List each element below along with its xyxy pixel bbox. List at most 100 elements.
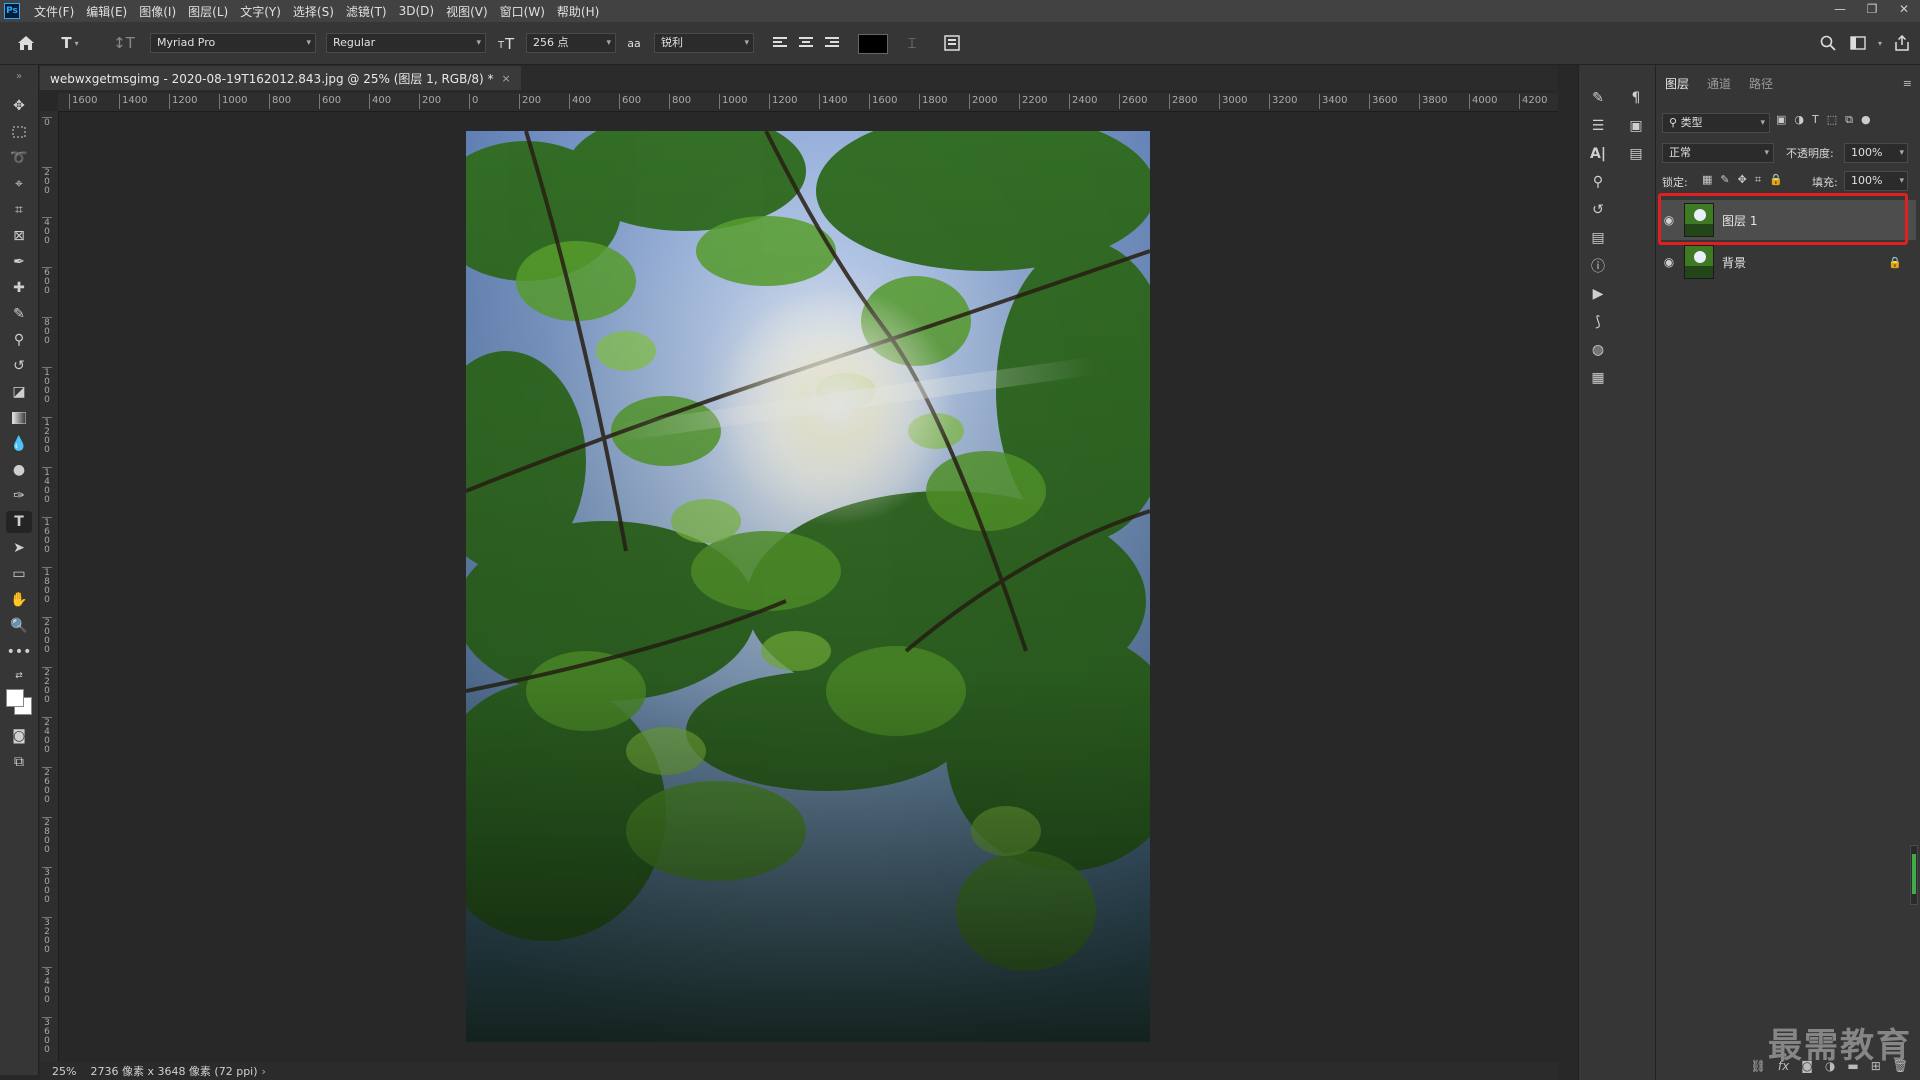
text-color-swatch[interactable] bbox=[858, 34, 888, 54]
fill-field[interactable]: 100% ▾ bbox=[1844, 171, 1908, 191]
path-selection-tool-icon[interactable]: ➤ bbox=[6, 537, 32, 559]
status-info-arrow[interactable]: › bbox=[262, 1065, 266, 1078]
visibility-eye-icon[interactable]: ◉ bbox=[1658, 255, 1680, 269]
menu-image[interactable]: 图像(I) bbox=[133, 3, 182, 20]
filter-adjustment-icon[interactable]: ◑ bbox=[1794, 113, 1804, 127]
quick-mask-icon[interactable]: ◙ bbox=[6, 725, 32, 747]
filter-pixel-icon[interactable]: ▣ bbox=[1776, 113, 1786, 127]
menu-help[interactable]: 帮助(H) bbox=[551, 3, 605, 20]
tab-paths[interactable]: 路径 bbox=[1740, 73, 1782, 95]
layer-name[interactable]: 背景 bbox=[1722, 254, 1746, 271]
screen-mode-icon[interactable]: ⧉ bbox=[6, 751, 32, 773]
move-tool-icon[interactable]: ✥ bbox=[6, 95, 32, 117]
share-icon[interactable] bbox=[1890, 31, 1914, 55]
align-left-icon[interactable] bbox=[768, 31, 792, 55]
notes-icon[interactable]: ▤ bbox=[1624, 143, 1648, 165]
layer-row-background[interactable]: ◉ 背景 🔒 bbox=[1658, 242, 1916, 282]
filter-toggle-icon[interactable]: ● bbox=[1861, 113, 1871, 127]
blend-mode-select[interactable]: 正常 ▾ bbox=[1662, 143, 1774, 163]
clone-stamp-tool-icon[interactable]: ⚲ bbox=[6, 329, 32, 351]
crop-tool-icon[interactable]: ⌗ bbox=[6, 199, 32, 221]
workspace-dropdown-icon[interactable]: ▾ bbox=[1868, 31, 1892, 55]
dodge-tool-icon[interactable]: ● bbox=[6, 459, 32, 481]
zoom-tool-icon[interactable]: 🔍 bbox=[6, 615, 32, 637]
menu-window[interactable]: 窗口(W) bbox=[494, 3, 551, 20]
collapse-toolbox-icon[interactable]: » bbox=[6, 65, 32, 87]
hand-tool-icon[interactable]: ✋ bbox=[6, 589, 32, 611]
libraries-icon[interactable]: ▣ bbox=[1624, 115, 1648, 137]
workspace-icon[interactable] bbox=[1846, 31, 1870, 55]
swap-colors-icon[interactable]: ⇄ bbox=[6, 665, 32, 687]
align-right-icon[interactable] bbox=[820, 31, 844, 55]
filter-type-icon[interactable]: T bbox=[1812, 113, 1819, 127]
tab-channels[interactable]: 通道 bbox=[1698, 73, 1740, 95]
tab-layers[interactable]: 图层 bbox=[1656, 73, 1698, 95]
adjustments-icon[interactable]: ☰ bbox=[1586, 115, 1610, 137]
eraser-tool-icon[interactable]: ◪ bbox=[6, 381, 32, 403]
actions-icon[interactable]: ▶ bbox=[1586, 283, 1610, 305]
home-icon[interactable] bbox=[14, 31, 38, 55]
quick-selection-tool-icon[interactable]: ⌖ bbox=[6, 173, 32, 195]
character-icon[interactable]: A| bbox=[1586, 143, 1610, 165]
link-icon[interactable]: ⛓ bbox=[1751, 1059, 1766, 1073]
timeline-icon[interactable]: ▦ bbox=[1586, 367, 1610, 389]
menu-filter[interactable]: 滤镜(T) bbox=[340, 3, 393, 20]
font-size-select[interactable]: 256 点 ▾ bbox=[526, 33, 616, 53]
layer-comps-icon[interactable]: ▤ bbox=[1586, 227, 1610, 249]
foreground-color-swatch[interactable] bbox=[6, 689, 24, 707]
restore-button[interactable]: ❐ bbox=[1856, 0, 1888, 18]
lock-artboard-icon[interactable]: ⌗ bbox=[1755, 173, 1761, 187]
menu-file[interactable]: 文件(F) bbox=[28, 3, 80, 20]
healing-brush-tool-icon[interactable]: ✚ bbox=[6, 277, 32, 299]
opacity-field[interactable]: 100% ▾ bbox=[1844, 143, 1908, 163]
history-brush-tool-icon[interactable]: ↺ bbox=[6, 355, 32, 377]
eyedropper-tool-icon[interactable]: ✒ bbox=[6, 251, 32, 273]
paths-icon[interactable]: ⟆ bbox=[1586, 311, 1610, 333]
clone-source-icon[interactable]: ⚲ bbox=[1586, 171, 1610, 193]
history-icon[interactable]: ↺ bbox=[1586, 199, 1610, 221]
minimize-button[interactable]: — bbox=[1824, 0, 1856, 18]
menu-edit[interactable]: 编辑(E) bbox=[80, 3, 133, 20]
type-tool-icon[interactable]: T bbox=[6, 511, 32, 533]
visibility-eye-icon[interactable]: ◉ bbox=[1658, 213, 1680, 227]
layer-name[interactable]: 图层 1 bbox=[1722, 212, 1757, 229]
type-tool-preset-icon[interactable]: T ▾ bbox=[58, 31, 82, 55]
menu-type[interactable]: 文字(Y) bbox=[234, 3, 287, 20]
lock-transparent-icon[interactable]: ▦ bbox=[1702, 173, 1712, 187]
lasso-tool-icon[interactable]: ➰ bbox=[6, 147, 32, 169]
close-window-button[interactable]: ✕ bbox=[1888, 0, 1920, 18]
filter-smart-object-icon[interactable]: ⧉ bbox=[1845, 113, 1853, 127]
brush-tool-icon[interactable]: ✎ bbox=[6, 303, 32, 325]
align-center-icon[interactable] bbox=[794, 31, 818, 55]
anti-alias-select[interactable]: 锐利 ▾ bbox=[654, 33, 754, 53]
font-style-select[interactable]: Regular ▾ bbox=[326, 33, 486, 53]
menu-view[interactable]: 视图(V) bbox=[440, 3, 494, 20]
document-image[interactable] bbox=[466, 131, 1150, 1042]
gradient-tool-icon[interactable] bbox=[6, 407, 32, 429]
rectangle-tool-icon[interactable]: ▭ bbox=[6, 563, 32, 585]
paragraph-icon[interactable]: ¶ bbox=[1624, 87, 1648, 109]
frame-tool-icon[interactable]: ⊠ bbox=[6, 225, 32, 247]
font-family-select[interactable]: Myriad Pro ▾ bbox=[150, 33, 316, 53]
menu-select[interactable]: 选择(S) bbox=[287, 3, 340, 20]
info-icon[interactable]: ⓘ bbox=[1586, 255, 1610, 277]
lock-all-icon[interactable]: 🔒 bbox=[1769, 173, 1783, 187]
filter-shape-icon[interactable]: ⬚ bbox=[1827, 113, 1837, 127]
lock-position-icon[interactable]: ✥ bbox=[1738, 173, 1747, 187]
menu-3d[interactable]: 3D(D) bbox=[393, 4, 440, 18]
layer-filter-select[interactable]: ⚲ 类型 ▾ bbox=[1662, 113, 1770, 133]
panel-menu-icon[interactable]: ≡ bbox=[1903, 77, 1912, 90]
warp-text-icon[interactable]: ⌶ bbox=[900, 31, 924, 55]
more-tools-icon[interactable]: ••• bbox=[6, 641, 32, 663]
zoom-level[interactable]: 25% bbox=[52, 1065, 76, 1078]
panel-scrollbar[interactable] bbox=[1910, 845, 1918, 905]
document-tab[interactable]: webwxgetmsgimg - 2020-08-19T162012.843.j… bbox=[40, 66, 521, 90]
3d-icon[interactable]: ◍ bbox=[1586, 339, 1610, 361]
lock-image-icon[interactable]: ✎ bbox=[1720, 173, 1729, 187]
orientation-toggle-icon[interactable]: ↕T bbox=[112, 31, 136, 55]
menu-layer[interactable]: 图层(L) bbox=[182, 3, 234, 20]
close-document-icon[interactable]: × bbox=[502, 72, 511, 85]
marquee-tool-icon[interactable] bbox=[6, 121, 32, 143]
search-icon[interactable] bbox=[1816, 31, 1840, 55]
character-panel-icon[interactable] bbox=[940, 31, 964, 55]
